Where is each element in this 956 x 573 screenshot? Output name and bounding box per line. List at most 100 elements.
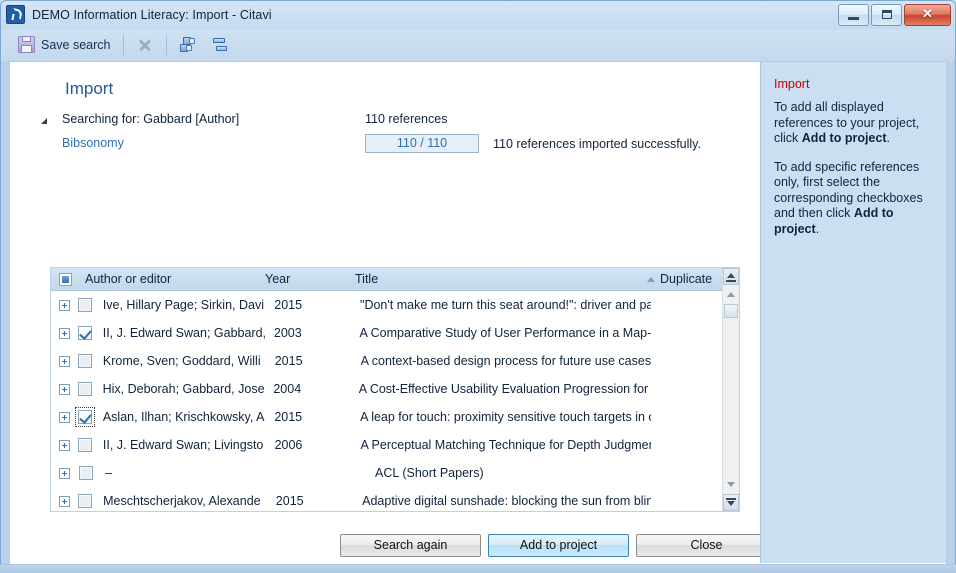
grid-scrollbar[interactable] xyxy=(722,268,739,511)
searching-for-label: Searching for: Gabbard [Author] xyxy=(62,112,240,126)
table-row[interactable]: Meschtscherjakov, Alexande 2015 Adaptive d… xyxy=(51,487,739,511)
scroll-to-top-icon xyxy=(726,280,736,282)
column-header-author[interactable]: Author or editor xyxy=(85,272,265,286)
cell-title: A Cost-Effective Usability Evaluation Pr… xyxy=(358,382,652,396)
client-area: Import Searching for: Gabbard [Author] B… xyxy=(9,61,947,564)
row-checkbox-unchecked[interactable] xyxy=(77,382,92,396)
row-checkbox-cell[interactable] xyxy=(75,407,103,427)
expand-plus-icon[interactable] xyxy=(59,411,70,423)
grid-body: Ive, Hillary Page; Sirkin, Davi 2015 "Don'… xyxy=(51,291,739,511)
row-expander-cell[interactable] xyxy=(59,383,78,395)
minimize-icon xyxy=(848,17,859,20)
row-checkbox-cell[interactable] xyxy=(77,382,103,396)
row-checkbox-checked[interactable] xyxy=(75,407,96,427)
table-row[interactable]: Ive, Hillary Page; Sirkin, Davi 2015 "Don'… xyxy=(51,291,739,319)
window-controls: ✕ xyxy=(838,4,951,26)
import-progress: 110 / 110 xyxy=(365,134,479,153)
select-all-cell[interactable] xyxy=(59,272,85,286)
cancel-button[interactable] xyxy=(130,33,160,57)
dialog-buttons: Search again Add to project Close xyxy=(340,534,777,557)
table-row[interactable]: II, J. Edward Swan; Livingsto 2006 A Perce… xyxy=(51,431,739,459)
cell-author: Aslan, Ilhan; Krischkowsky, A xyxy=(102,410,265,424)
scroll-down-icon[interactable] xyxy=(727,482,735,487)
cell-author: Hix, Deborah; Gabbard, Jose xyxy=(102,382,265,396)
save-search-label: Save search xyxy=(41,37,111,52)
reference-count-label: 110 references xyxy=(365,112,448,126)
page-title: Import xyxy=(65,79,114,98)
maximize-button[interactable] xyxy=(871,4,902,26)
table-row[interactable]: Hix, Deborah; Gabbard, Jose 2004 A Cost-Ef… xyxy=(51,375,739,403)
table-row[interactable]: II, J. Edward Swan; Gabbard, 2003 A Compar… xyxy=(51,319,739,347)
expand-plus-icon[interactable] xyxy=(59,327,70,339)
cell-title: Adaptive digital sunshade: blocking the … xyxy=(362,494,651,508)
window-bottom-strip xyxy=(0,564,956,573)
cell-title: A Perceptual Matching Technique for Dept… xyxy=(360,438,652,452)
citavi-import-window: DEMO Information Literacy: Import - Cita… xyxy=(0,0,956,573)
table-row[interactable]: Aslan, Ilhan; Krischkowsky, A 2015 A leap … xyxy=(51,403,739,431)
row-expander-cell[interactable] xyxy=(59,439,78,451)
table-row[interactable]: Krome, Sven; Goddard, Willi 2015 A context… xyxy=(51,347,739,375)
row-checkbox-unchecked[interactable] xyxy=(78,438,93,452)
add-to-project-button[interactable]: Add to project xyxy=(488,534,629,557)
row-expander-cell[interactable] xyxy=(59,327,78,339)
scroll-to-bottom-button[interactable] xyxy=(723,494,739,511)
window-title: DEMO Information Literacy: Import - Cita… xyxy=(32,7,272,22)
cell-year: 2003 xyxy=(273,326,302,340)
cancel-x-icon xyxy=(137,37,153,53)
row-checkbox-cell[interactable] xyxy=(78,326,103,340)
row-checkbox-cell[interactable] xyxy=(78,354,103,368)
close-button[interactable]: ✕ xyxy=(904,4,951,26)
row-checkbox-cell[interactable] xyxy=(78,438,103,452)
row-checkbox-cell[interactable] xyxy=(78,298,103,312)
scroll-up-icon[interactable] xyxy=(727,292,735,297)
select-all-checkbox[interactable] xyxy=(59,272,72,286)
cell-author: Meschtscherjakov, Alexande xyxy=(103,494,261,508)
row-expander-cell[interactable] xyxy=(59,355,78,367)
scroll-to-bottom-icon xyxy=(726,498,736,500)
scroll-to-top-button[interactable] xyxy=(723,268,739,285)
row-expander-cell[interactable] xyxy=(59,411,78,423)
expand-plus-icon[interactable] xyxy=(59,439,70,451)
expand-plus-icon[interactable] xyxy=(59,467,70,479)
find-duplicates-button[interactable] xyxy=(173,33,204,57)
split-view-icon xyxy=(211,37,228,53)
row-checkbox-cell[interactable] xyxy=(79,466,105,480)
help-paragraph: To add all displayed references to your … xyxy=(774,100,933,147)
row-expander-cell[interactable] xyxy=(59,495,78,507)
cell-author: Ive, Hillary Page; Sirkin, Davi xyxy=(102,298,264,312)
split-view-button[interactable] xyxy=(204,33,235,57)
results-grid: Author or editor Year Title Duplicate Iv… xyxy=(50,267,740,512)
help-text: To add specific references only, first s… xyxy=(774,159,923,221)
collapse-triangle-icon[interactable] xyxy=(41,118,47,124)
column-header-title[interactable]: Title xyxy=(355,272,647,286)
close-icon: ✕ xyxy=(922,6,933,21)
row-checkbox-unchecked[interactable] xyxy=(78,298,93,312)
help-text: . xyxy=(886,131,890,145)
expand-plus-icon[interactable] xyxy=(59,495,70,507)
provider-link[interactable]: Bibsonomy xyxy=(62,136,124,150)
cell-year: 2006 xyxy=(274,438,303,452)
expand-plus-icon[interactable] xyxy=(59,383,70,395)
row-expander-cell[interactable] xyxy=(59,467,79,479)
cell-title: ACL (Short Papers) xyxy=(375,466,484,480)
cell-author: Krome, Sven; Goddard, Willi xyxy=(102,354,261,368)
table-row[interactable]: – ACL (Short Papers) xyxy=(51,459,739,487)
help-title: Import xyxy=(774,77,810,91)
row-checkbox-cell[interactable] xyxy=(78,494,103,508)
row-checkbox-unchecked[interactable] xyxy=(78,354,93,368)
save-search-button[interactable]: Save search xyxy=(11,33,117,57)
search-again-button[interactable]: Search again xyxy=(340,534,481,557)
row-checkbox-unchecked[interactable] xyxy=(78,494,93,508)
cell-year: 2015 xyxy=(274,298,303,312)
help-emphasis: Add to project xyxy=(801,131,887,145)
cell-year: 2015 xyxy=(274,354,303,368)
row-checkbox-unchecked[interactable] xyxy=(79,466,93,480)
row-expander-cell[interactable] xyxy=(59,299,78,311)
column-header-year[interactable]: Year xyxy=(265,272,355,286)
row-checkbox-checked[interactable] xyxy=(78,326,93,340)
expand-plus-icon[interactable] xyxy=(59,355,70,367)
expand-plus-icon[interactable] xyxy=(59,299,70,311)
minimize-button[interactable] xyxy=(838,4,869,26)
close-dialog-button[interactable]: Close xyxy=(636,534,777,557)
scrollbar-thumb[interactable] xyxy=(724,304,738,318)
